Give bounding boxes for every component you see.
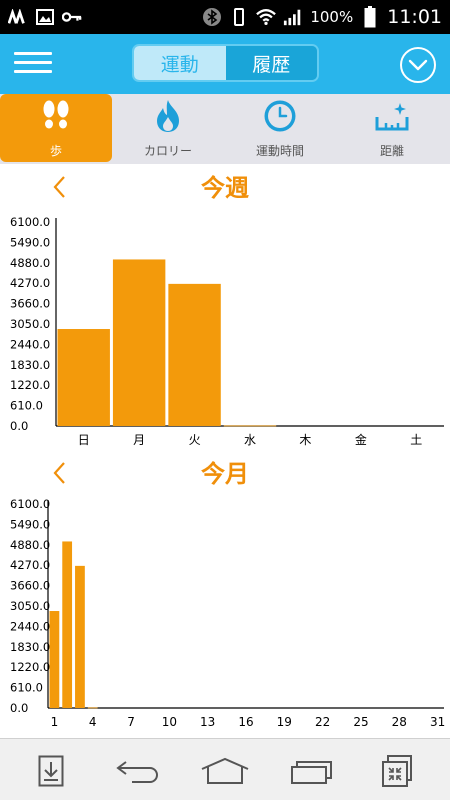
bar: [87, 707, 98, 709]
category-label-steps: 歩: [49, 144, 62, 158]
home-button[interactable]: [200, 751, 250, 791]
category-tab-distance[interactable]: 距離: [336, 94, 448, 162]
y-tick-label: 1220.0: [10, 660, 50, 674]
y-tick-label: 6100.0: [10, 215, 50, 229]
y-tick-label: 5490.0: [10, 235, 50, 249]
x-tick-label: 28: [392, 715, 407, 729]
dual-window-button[interactable]: [372, 751, 422, 791]
download-icon: [38, 755, 64, 787]
category-tab-steps[interactable]: 歩: [0, 94, 112, 162]
y-tick-label: 3050.0: [10, 317, 50, 331]
recent-apps-icon: [291, 761, 332, 784]
y-tick-label: 3660.0: [10, 297, 50, 311]
x-tick-label: 16: [238, 715, 253, 729]
weekly-section-header: 今週: [0, 166, 450, 206]
x-tick-label: 31: [430, 715, 445, 729]
bar: [223, 425, 277, 427]
category-label-duration: 運動時間: [255, 144, 304, 158]
image-icon: [35, 8, 55, 26]
dropdown-button[interactable]: [400, 47, 436, 83]
category-label-calories: カロリー: [143, 144, 192, 158]
y-tick-label: 1830.0: [10, 358, 50, 372]
home-icon: [201, 757, 249, 784]
category-tabs: 歩 カロリー 運動時間 距離: [0, 94, 450, 164]
bar: [168, 283, 221, 426]
status-time: 11:01: [387, 6, 442, 28]
x-tick-label: 1: [51, 715, 59, 729]
x-tick-label: 月: [133, 433, 145, 447]
signal-icon: [283, 8, 303, 26]
vibrate-icon: [229, 8, 249, 26]
system-navigation-bar: [0, 738, 450, 800]
key-icon: [62, 8, 82, 26]
y-tick-label: 5490.0: [10, 517, 50, 531]
flame-icon: [148, 96, 188, 136]
bar: [57, 329, 110, 426]
y-tick-label: 610.0: [10, 681, 43, 695]
y-tick-label: 4270.0: [10, 558, 50, 572]
y-tick-label: 4880.0: [10, 538, 50, 552]
app-notification-icon: [8, 8, 28, 26]
clock-icon: [260, 96, 300, 136]
menu-line: [14, 61, 52, 64]
y-tick-label: 1830.0: [10, 640, 50, 654]
back-button[interactable]: [112, 751, 162, 791]
x-tick-label: 日: [78, 433, 90, 447]
x-tick-label: 22: [315, 715, 330, 729]
x-tick-label: 火: [189, 433, 201, 447]
recent-apps-button[interactable]: [288, 751, 338, 791]
x-tick-label: 水: [244, 433, 256, 447]
y-tick-label: 1220.0: [10, 378, 50, 392]
x-tick-label: 木: [299, 433, 311, 447]
y-tick-label: 0.0: [10, 419, 28, 433]
wifi-icon: [256, 8, 277, 26]
battery-icon: [360, 6, 380, 28]
footsteps-icon: [36, 96, 76, 136]
x-tick-label: 土: [410, 433, 422, 447]
battery-percent: 100%: [310, 8, 354, 26]
y-tick-label: 3050.0: [10, 599, 50, 613]
category-tab-duration[interactable]: 運動時間: [224, 94, 336, 162]
x-tick-label: 4: [89, 715, 97, 729]
menu-button[interactable]: [14, 46, 52, 82]
y-tick-label: 3660.0: [10, 579, 50, 593]
category-label-distance: 距離: [379, 144, 404, 158]
y-tick-label: 4880.0: [10, 256, 50, 270]
back-arrow-icon: [116, 761, 158, 783]
y-tick-label: 2440.0: [10, 337, 50, 351]
category-tab-calories[interactable]: カロリー: [112, 94, 224, 162]
monthly-steps-chart: 6100.0 5490.0 4880.0 4270.0 3660.0 3050.0 2440…: [10, 497, 445, 729]
tab-exercise[interactable]: 運動: [134, 46, 226, 80]
weekly-steps-chart: 6100.0 5490.0 4880.0 4270.0 3660.0 3050.0 2440…: [10, 215, 444, 447]
weekly-chart-title: 今週: [201, 174, 249, 202]
x-tick-label: 13: [200, 715, 215, 729]
x-tick-label: 金: [355, 432, 367, 447]
chevron-down-icon: [408, 59, 428, 71]
bar: [112, 259, 166, 426]
app-header: 運動 履歴: [0, 34, 450, 94]
y-tick-label: 2440.0: [10, 619, 50, 633]
tab-history[interactable]: 履歴: [225, 46, 317, 80]
y-tick-label: 4270.0: [10, 276, 50, 290]
monthly-section-header: 今月: [0, 452, 450, 492]
dual-window-icon: [382, 755, 412, 787]
y-tick-label: 610.0: [10, 399, 43, 413]
y-tick-label: 6100.0: [10, 497, 50, 511]
x-tick-label: 10: [162, 715, 177, 729]
menu-line: [14, 52, 52, 55]
x-tick-label: 7: [127, 715, 135, 729]
y-tick-label: 0.0: [10, 701, 28, 715]
bar: [49, 611, 60, 708]
monthly-chart-title: 今月: [201, 460, 249, 488]
bluetooth-icon: [202, 8, 222, 26]
distance-icon: [372, 96, 412, 136]
x-tick-label: 25: [353, 715, 368, 729]
x-tick-label: 19: [277, 715, 292, 729]
mode-segmented-control: 運動 履歴: [132, 44, 319, 82]
download-button[interactable]: [26, 751, 76, 791]
menu-line: [14, 70, 52, 73]
bar: [62, 541, 73, 708]
status-bar: 100% 11:01: [0, 0, 450, 34]
bar: [75, 565, 85, 708]
